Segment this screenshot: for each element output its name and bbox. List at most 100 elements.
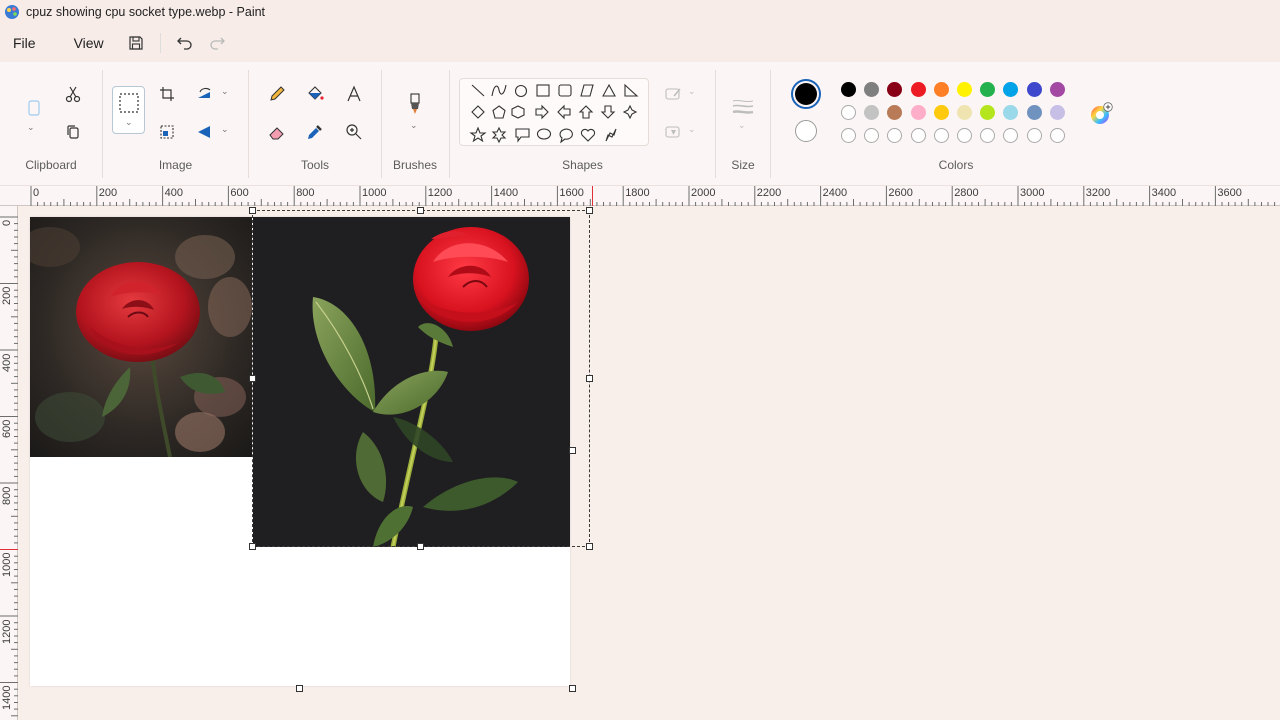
ruler-label: 400	[1, 353, 13, 372]
color-swatch[interactable]	[887, 105, 903, 120]
custom-color-slot[interactable]	[1003, 128, 1019, 143]
scissors-icon	[65, 86, 81, 103]
brushes-dropdown-chevron-icon[interactable]: ⌄	[410, 120, 418, 131]
color-swatch[interactable]	[980, 105, 996, 120]
paste-button[interactable]	[20, 94, 48, 122]
undo-button[interactable]	[169, 29, 201, 57]
custom-color-slot[interactable]	[933, 128, 949, 143]
color-swatch[interactable]	[841, 82, 856, 97]
resize-handle-bottom-center[interactable]	[417, 543, 424, 550]
resize-handle-middle-right[interactable]	[586, 375, 593, 382]
color-swatch[interactable]	[1049, 105, 1065, 120]
color-swatch[interactable]	[1003, 82, 1019, 97]
color-swatch[interactable]	[841, 105, 856, 120]
color-swatch[interactable]	[933, 105, 949, 120]
fill-shape-dropdown-chevron-icon[interactable]: ⌄	[688, 124, 696, 135]
secondary-color-button[interactable]	[795, 120, 817, 142]
color-picker-button[interactable]	[301, 118, 329, 146]
color-swatch[interactable]	[1003, 105, 1019, 120]
rose-image-background-layer[interactable]	[30, 217, 252, 457]
cursor-position-marker-vertical	[0, 549, 18, 550]
custom-color-slot[interactable]	[957, 128, 972, 143]
primary-color-button[interactable]	[791, 79, 821, 109]
ribbon: ⌄ Clipboard ⌄ ⌄ ⌄ Image Tools ⌄ Brushes …	[0, 62, 1280, 186]
custom-color-slot[interactable]	[980, 128, 996, 143]
custom-color-slot[interactable]	[864, 128, 880, 143]
pencil-button[interactable]	[263, 80, 291, 108]
redo-button[interactable]	[201, 29, 233, 57]
color-swatch[interactable]	[1026, 82, 1042, 97]
size-dropdown-chevron-icon[interactable]: ⌄	[738, 120, 746, 131]
flip-dropdown-chevron-icon[interactable]: ⌄	[221, 124, 229, 135]
color-swatch[interactable]	[957, 82, 972, 97]
rotate-dropdown-chevron-icon[interactable]: ⌄	[221, 86, 229, 97]
color-swatch[interactable]	[980, 82, 996, 97]
resize-button[interactable]	[153, 118, 181, 146]
ruler-label: 800	[296, 187, 315, 199]
select-button[interactable]: ⌄	[112, 86, 145, 134]
fill-shape-button[interactable]	[660, 118, 688, 146]
ruler-label: 3400	[1151, 187, 1177, 199]
undo-icon	[176, 37, 192, 50]
color-swatch[interactable]	[910, 105, 926, 120]
ruler-label: 1400	[493, 187, 519, 199]
canvas-resize-handle-bottom[interactable]	[296, 685, 303, 692]
copy-button[interactable]	[59, 118, 87, 146]
rotate-button[interactable]	[191, 80, 219, 108]
brushes-label: Brushes	[392, 158, 438, 172]
color-swatch[interactable]	[957, 105, 972, 120]
outline-dropdown-chevron-icon[interactable]: ⌄	[688, 86, 696, 97]
resize-handle-top-left[interactable]	[249, 207, 256, 214]
menu-bar: File View	[0, 24, 1280, 62]
ruler-label: 600	[230, 187, 249, 199]
cut-button[interactable]	[59, 80, 87, 108]
ruler-label: 0	[33, 187, 40, 199]
resize-handle-bottom-left[interactable]	[249, 543, 256, 550]
resize-handle-bottom-right[interactable]	[586, 543, 593, 550]
horizontal-ruler: 0 200 400 600 800 1000 1200 1400 1600 1800 2000 220…	[0, 186, 1280, 206]
size-button[interactable]	[729, 92, 757, 120]
resize-handle-middle-left[interactable]	[249, 375, 256, 382]
ruler-label: 3600	[1217, 187, 1242, 199]
rotate-icon	[198, 87, 211, 98]
custom-color-slot[interactable]	[1049, 128, 1065, 143]
canvas-resize-handle-right[interactable]	[569, 447, 576, 454]
paste-dropdown-chevron-icon[interactable]: ⌄	[27, 122, 35, 133]
custom-color-slot[interactable]	[1026, 128, 1042, 143]
edit-colors-button[interactable]	[1089, 102, 1113, 124]
colors-group: Colors	[771, 62, 1141, 186]
color-swatch[interactable]	[887, 82, 903, 97]
menu-file[interactable]: File	[5, 31, 44, 55]
eraser-button[interactable]	[263, 118, 291, 146]
color-swatch[interactable]	[933, 82, 949, 97]
select-dropdown-chevron-icon[interactable]: ⌄	[125, 117, 133, 128]
magnifier-button[interactable]	[340, 118, 368, 146]
custom-color-slot[interactable]	[910, 128, 926, 143]
save-button[interactable]	[120, 29, 152, 57]
ruler-label: 2800	[954, 187, 979, 199]
resize-handle-top-center[interactable]	[417, 207, 424, 214]
resize-handle-top-right[interactable]	[586, 207, 593, 214]
crop-button[interactable]	[153, 80, 181, 108]
canvas-resize-handle-corner[interactable]	[569, 685, 576, 692]
custom-color-slot[interactable]	[887, 128, 903, 143]
color-swatch[interactable]	[1049, 82, 1065, 97]
shapes-gallery-icons[interactable]	[460, 79, 650, 147]
color-swatch[interactable]	[864, 105, 880, 120]
brushes-button[interactable]	[401, 90, 429, 118]
title-bar: cpuz showing cpu socket type.webp - Pain…	[0, 0, 1280, 24]
clipboard-label: Clipboard	[25, 158, 77, 172]
fill-button[interactable]	[301, 80, 329, 108]
flip-button[interactable]	[191, 118, 219, 146]
ruler-label: 3000	[1020, 187, 1045, 199]
rose-image-selected-layer[interactable]	[253, 217, 570, 547]
custom-color-slot[interactable]	[841, 128, 856, 143]
color-swatch[interactable]	[864, 82, 880, 97]
flip-icon	[198, 126, 210, 138]
color-swatch[interactable]	[910, 82, 926, 97]
ruler-label: 3200	[1085, 187, 1111, 199]
outline-button[interactable]	[660, 80, 688, 108]
text-button[interactable]	[340, 80, 368, 108]
menu-view[interactable]: View	[66, 31, 112, 55]
color-swatch[interactable]	[1026, 105, 1042, 120]
